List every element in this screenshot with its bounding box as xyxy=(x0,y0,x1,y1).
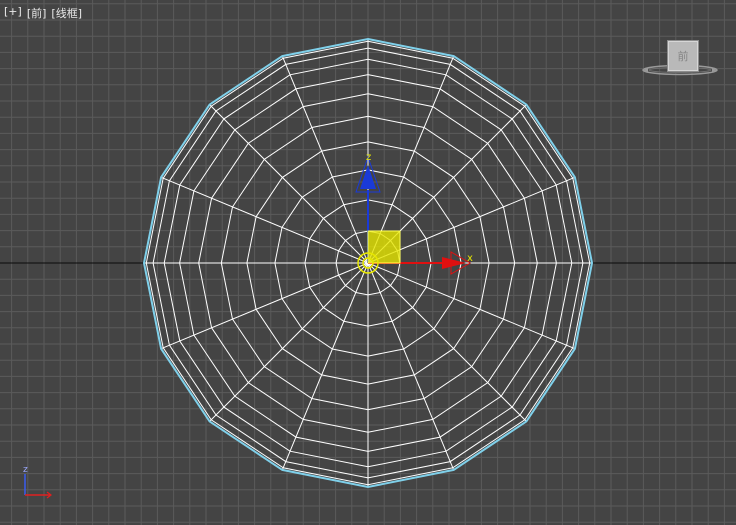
wireframe-spoke xyxy=(209,262,369,422)
viewport-label-menu: [+] [前] [线框] xyxy=(4,5,82,21)
triad-z-label: z xyxy=(23,465,28,475)
wireframe-spoke xyxy=(281,55,369,264)
wireframe-spoke xyxy=(367,262,455,471)
viewcube-front-face[interactable]: 前 xyxy=(667,40,699,72)
wireframe-spoke xyxy=(160,262,369,350)
wireframe-spoke xyxy=(160,176,369,264)
gizmo-x-label: x xyxy=(467,253,473,264)
viewport-view-menu[interactable]: [前] xyxy=(27,5,47,21)
gizmo-xz-plane[interactable] xyxy=(367,230,401,264)
viewcube-face-label: 前 xyxy=(677,50,689,63)
gizmo-z-arrow[interactable] xyxy=(360,165,376,189)
front-wireframe-viewport[interactable]: z x [+] [前] [线框] 前 z xyxy=(0,0,736,525)
gizmo-z-label: z xyxy=(366,152,371,163)
viewcube[interactable]: 前 xyxy=(640,36,720,82)
viewport-shading-menu[interactable]: [线框] xyxy=(51,5,82,21)
move-gizmo[interactable]: z x xyxy=(355,152,473,275)
viewport-general-menu[interactable]: [+] xyxy=(4,5,22,21)
wireframe-spoke xyxy=(209,104,369,264)
wireframe-spoke xyxy=(367,262,527,422)
wireframe-spoke xyxy=(281,262,369,471)
scene-canvas[interactable]: z x xyxy=(0,0,736,525)
axis-triad: z xyxy=(23,465,52,499)
wireframe-spoke xyxy=(367,262,576,350)
